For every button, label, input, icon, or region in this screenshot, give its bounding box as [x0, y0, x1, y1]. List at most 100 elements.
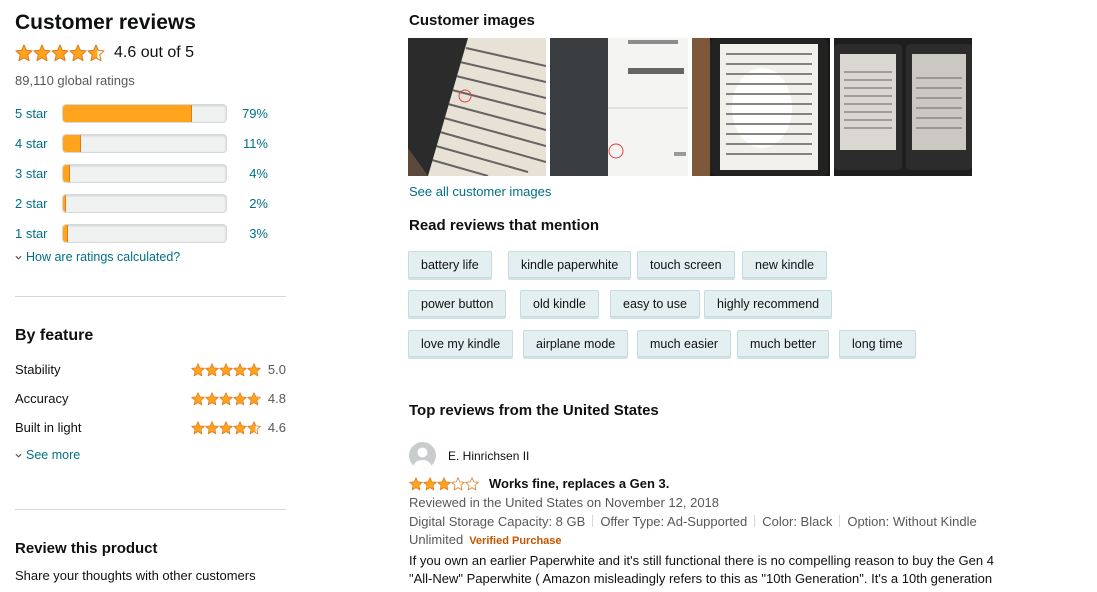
by-feature-heading: By feature [15, 327, 94, 344]
histogram-percent: 2% [249, 195, 268, 211]
variant-color: Color: Black [762, 514, 833, 529]
chevron-down-icon [15, 255, 22, 260]
share-thoughts-text: Share your thoughts with other customers [15, 568, 256, 583]
histogram-row-1-star[interactable]: 1 star 3% [15, 223, 286, 243]
see-more-features-link[interactable]: See more [15, 448, 80, 462]
how-ratings-calculated-label: How are ratings calculated? [26, 250, 181, 264]
feature-rating-value: 4.8 [267, 391, 286, 406]
mention-chip-new-kindle[interactable]: new kindle [742, 251, 828, 278]
customer-image-thumbnail[interactable] [834, 38, 972, 176]
star-full-icon [247, 363, 261, 377]
star-partial-icon [87, 44, 105, 62]
histogram-row-4-star[interactable]: 4 star 11% [15, 133, 286, 153]
customer-image-thumbnail[interactable] [692, 38, 830, 176]
mention-chip-easy-to-use[interactable]: easy to use [610, 290, 700, 317]
histogram-bar [62, 163, 227, 183]
star-partial-icon [247, 392, 261, 406]
two-kindles-photo [834, 38, 972, 176]
histogram-percent: 4% [249, 165, 268, 181]
histogram-row-5-star[interactable]: 5 star 79% [15, 103, 286, 123]
see-more-label: See more [26, 448, 81, 462]
review-star-rating[interactable] [409, 476, 479, 491]
star-full-icon [437, 476, 451, 491]
histogram-star-label: 3 star [15, 165, 48, 181]
divider [15, 509, 286, 510]
star-full-icon [409, 476, 423, 491]
feature-name: Accuracy [15, 391, 69, 406]
mention-chip-kindle-paperwhite[interactable]: kindle paperwhite [508, 251, 632, 278]
reviewer-name: E. Hinrichsen II [448, 448, 530, 463]
histogram-row-3-star[interactable]: 3 star 4% [15, 163, 286, 183]
customer-image-thumbnail[interactable] [408, 38, 546, 176]
histogram-percent: 11% [242, 135, 268, 151]
customer-images-strip [408, 38, 972, 176]
mention-chip-love-my-kindle[interactable]: love my kindle [408, 330, 514, 357]
variant-storage: Digital Storage Capacity: 8 GB [409, 514, 586, 529]
star-full-icon [191, 363, 205, 377]
read-reviews-mention-heading: Read reviews that mention [409, 217, 600, 234]
star-full-icon [219, 392, 233, 406]
feature-name: Stability [15, 362, 61, 377]
histogram-percent: 3% [249, 225, 268, 241]
mention-chip-power-button[interactable]: power button [408, 290, 507, 317]
reviewer-profile[interactable]: E. Hinrichsen II [409, 442, 529, 469]
variant-option: Option: Without Kindle [847, 514, 977, 529]
star-full-icon [205, 421, 219, 435]
star-full-icon [219, 421, 233, 435]
review-this-product-heading: Review this product [15, 540, 158, 557]
divider [15, 296, 286, 297]
star-partial-icon [247, 421, 261, 435]
how-ratings-calculated-link[interactable]: How are ratings calculated? [15, 250, 180, 264]
see-all-customer-images-link[interactable]: See all customer images [409, 184, 551, 199]
star-full-icon [191, 421, 205, 435]
histogram-bar-fill [63, 194, 67, 212]
star-full-icon [219, 363, 233, 377]
mention-chip-airplane-mode[interactable]: airplane mode [523, 330, 629, 357]
customer-reviews-heading: Customer reviews [15, 11, 196, 34]
feature-star-rating [191, 392, 261, 406]
mention-chip-highly-recommend[interactable]: highly recommend [704, 290, 833, 317]
variant-separator [754, 515, 756, 527]
average-rating-row: 4.6 out of 5 [15, 44, 194, 62]
customer-image-thumbnail[interactable] [550, 38, 688, 176]
review-date: Reviewed in the United States on Novembe… [409, 495, 720, 510]
feature-rating-row: Built in light 4.6 [15, 420, 286, 438]
star-full-icon [69, 44, 87, 62]
mention-chip-much-easier[interactable]: much easier [637, 330, 732, 357]
histogram-star-label: 5 star [15, 105, 48, 121]
mention-chip-battery-life[interactable]: battery life [408, 251, 492, 278]
histogram-bar-fill [63, 134, 81, 152]
feature-star-rating [191, 363, 261, 377]
avatar [409, 442, 436, 469]
feature-rating-value: 4.6 [267, 420, 286, 435]
top-reviews-heading: Top reviews from the United States [409, 402, 659, 419]
star-full-icon [33, 44, 51, 62]
feature-rating-row: Accuracy 4.8 [15, 391, 286, 409]
variant-option-cont: Unlimited [409, 532, 464, 547]
histogram-percent: 79% [241, 105, 268, 121]
reviews-main-panel: Customer images See all customer images … [408, 0, 1097, 592]
review-title-row: Works fine, replaces a Gen 3. [409, 476, 669, 491]
mention-chip-long-time[interactable]: long time [839, 330, 916, 357]
star-empty-icon [451, 476, 465, 491]
histogram-bar-fill [63, 224, 68, 242]
mention-chip-touch-screen[interactable]: touch screen [637, 251, 735, 278]
review-title-link[interactable]: Works fine, replaces a Gen 3. [489, 476, 669, 491]
mention-chip-much-better[interactable]: much better [737, 330, 830, 357]
review-body: If you own an earlier Paperwhite and it'… [409, 553, 994, 586]
kindle-screen-photo [550, 38, 688, 176]
histogram-row-2-star[interactable]: 2 star 2% [15, 193, 286, 213]
histogram-bar-fill [63, 164, 70, 182]
histogram-bar-fill [63, 104, 192, 122]
mention-chip-old-kindle[interactable]: old kindle [520, 290, 599, 317]
backlit-kindle-photo [692, 38, 830, 176]
histogram-star-label: 2 star [15, 195, 48, 211]
feature-name: Built in light [15, 420, 82, 435]
feature-rating-row: Stability 5.0 [15, 362, 286, 380]
histogram-bar [62, 223, 227, 243]
star-full-icon [205, 392, 219, 406]
star-full-icon [233, 421, 247, 435]
star-full-icon [51, 44, 69, 62]
ratings-summary-panel: Customer reviews 4.6 out of 5 89,110 glo… [15, 0, 286, 592]
customer-images-heading: Customer images [409, 12, 535, 29]
